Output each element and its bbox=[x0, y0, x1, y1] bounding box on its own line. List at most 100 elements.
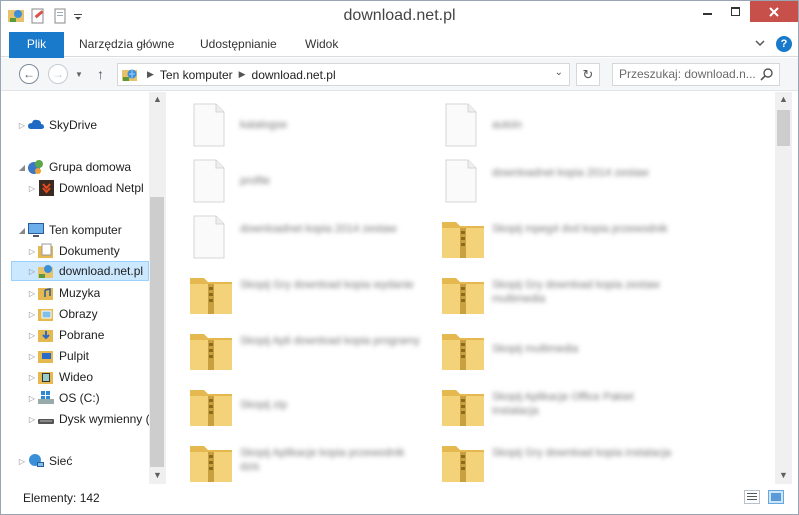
nav-item-download-netpl[interactable]: ▷ Download Netpl bbox=[27, 178, 144, 198]
recent-locations-icon[interactable]: ▼ bbox=[75, 70, 83, 79]
content-scrollbar-thumb[interactable] bbox=[777, 110, 790, 146]
zip-folder-icon bbox=[188, 382, 236, 428]
nav-item-download-net-pl[interactable]: ▷ download.net.pl bbox=[11, 261, 149, 281]
search-box[interactable] bbox=[612, 63, 780, 86]
expand-arrow-icon[interactable]: ▷ bbox=[17, 121, 27, 130]
details-view-icon[interactable] bbox=[744, 490, 760, 504]
document-icon bbox=[188, 158, 236, 204]
breadcrumb-separator-icon: ▶ bbox=[238, 69, 246, 79]
file-item[interactable]: Skopij Gry download kopia wydanie bbox=[188, 266, 438, 318]
expand-arrow-icon[interactable]: ▷ bbox=[27, 267, 37, 276]
network-folder-icon bbox=[37, 263, 55, 279]
address-bar[interactable]: ▶ Ten komputer ▶ download.net.pl ⌄ bbox=[117, 63, 570, 86]
item-count: Elementy: 142 bbox=[23, 491, 100, 505]
nav-item-homegroup[interactable]: ◢ Grupa domowa bbox=[17, 157, 131, 177]
scroll-up-arrow-icon[interactable]: ▲ bbox=[149, 94, 166, 104]
help-icon[interactable]: ? bbox=[776, 36, 792, 52]
expand-arrow-icon[interactable]: ▷ bbox=[17, 457, 27, 466]
expand-arrow-icon[interactable]: ▷ bbox=[27, 415, 37, 424]
address-dropdown-icon[interactable]: ⌄ bbox=[555, 67, 563, 78]
file-item[interactable]: Skopij mpeg4 dvd kopia przewodnik bbox=[440, 210, 690, 262]
back-button[interactable]: ← bbox=[19, 64, 39, 84]
nav-item-documents[interactable]: ▷ Dokumenty bbox=[27, 241, 120, 261]
homegroup-icon bbox=[27, 159, 45, 175]
file-name: Skopij zip bbox=[240, 399, 288, 411]
close-button[interactable] bbox=[750, 1, 798, 22]
forward-button[interactable]: → bbox=[48, 64, 68, 84]
expand-arrow-icon[interactable]: ▷ bbox=[27, 247, 37, 256]
collapse-arrow-icon[interactable]: ◢ bbox=[17, 226, 27, 235]
nav-item-videos[interactable]: ▷ Wideo bbox=[27, 367, 93, 387]
ribbon-controls: ? bbox=[754, 36, 792, 52]
file-item[interactable]: downloadnet kopia 2014 zestaw bbox=[440, 154, 690, 206]
breadcrumb-this-pc[interactable]: Ten komputer bbox=[160, 68, 233, 82]
document-icon bbox=[188, 102, 236, 148]
view-buttons bbox=[744, 490, 784, 504]
nav-item-downloads[interactable]: ▷ Pobrane bbox=[27, 325, 104, 345]
file-item[interactable]: profile bbox=[188, 154, 438, 206]
nav-item-network[interactable]: ▷ Sieć bbox=[17, 451, 72, 471]
document-icon bbox=[440, 158, 488, 204]
network-icon bbox=[27, 453, 45, 469]
nav-item-desktop[interactable]: ▷ Pulpit bbox=[27, 346, 89, 366]
file-name: Skopij mpeg4 dvd kopia przewodnik bbox=[492, 223, 668, 235]
nav-scrollbar[interactable]: ▲ ▼ bbox=[149, 92, 166, 484]
tab-view[interactable]: Widok bbox=[305, 32, 338, 57]
navigation-pane: ▷ SkyDrive ◢ Grupa domowa ▷ Download Net… bbox=[1, 92, 166, 484]
document-icon bbox=[188, 214, 236, 260]
file-name: katalogse bbox=[240, 119, 288, 131]
user-avatar-icon bbox=[37, 180, 55, 196]
content-scrollbar[interactable]: ▲ ▼ bbox=[775, 92, 792, 484]
scroll-up-arrow-icon[interactable]: ▲ bbox=[775, 94, 792, 104]
scroll-down-arrow-icon[interactable]: ▼ bbox=[149, 470, 166, 480]
expand-ribbon-icon[interactable] bbox=[754, 37, 766, 52]
file-item[interactable]: downloadnet kopia 2014 zestaw bbox=[188, 210, 438, 262]
file-name: Skopij Gry download kopia wydanie bbox=[240, 279, 414, 291]
file-name: Skopij Aplikacje kopia przewodnik dzis bbox=[240, 447, 405, 473]
expand-arrow-icon[interactable]: ▷ bbox=[27, 352, 37, 361]
file-item[interactable]: autoin bbox=[440, 98, 690, 150]
zip-folder-icon bbox=[440, 326, 488, 372]
nav-item-os-drive[interactable]: ▷ OS (C:) bbox=[27, 388, 100, 408]
large-icons-view-icon[interactable] bbox=[768, 490, 784, 504]
minimize-button[interactable] bbox=[694, 1, 722, 22]
nav-scrollbar-thumb[interactable] bbox=[150, 197, 164, 467]
music-folder-icon bbox=[37, 285, 55, 301]
nav-item-skydrive[interactable]: ▷ SkyDrive bbox=[17, 115, 97, 135]
window-title: download.net.pl bbox=[343, 7, 456, 24]
expand-arrow-icon[interactable]: ▷ bbox=[27, 289, 37, 298]
tab-share[interactable]: Udostępnianie bbox=[200, 32, 277, 57]
up-arrow-icon[interactable]: ↑ bbox=[97, 66, 104, 82]
file-list: katalogse autoin profile downloadnet kopia … bbox=[166, 92, 775, 484]
nav-item-music[interactable]: ▷ Muzyka bbox=[27, 283, 100, 303]
expand-arrow-icon[interactable]: ▷ bbox=[27, 331, 37, 340]
expand-arrow-icon[interactable]: ▷ bbox=[27, 394, 37, 403]
nav-item-pictures[interactable]: ▷ Obrazy bbox=[27, 304, 98, 324]
scroll-down-arrow-icon[interactable]: ▼ bbox=[775, 470, 792, 480]
expand-arrow-icon[interactable]: ▷ bbox=[27, 373, 37, 382]
expand-arrow-icon[interactable]: ▷ bbox=[27, 310, 37, 319]
maximize-button[interactable] bbox=[722, 1, 750, 22]
zip-folder-icon bbox=[440, 438, 488, 484]
file-item[interactable]: Skopij Gry download kopia instalacja bbox=[440, 434, 690, 486]
file-item[interactable]: Skopij Aplikacje kopia przewodnik dzis bbox=[188, 434, 438, 486]
refresh-button[interactable]: ↻ bbox=[576, 63, 600, 86]
file-item[interactable]: Skopij zip bbox=[188, 378, 438, 430]
file-item[interactable]: Skopij Aplikacje Office Pakiet Instalacj… bbox=[440, 378, 690, 430]
status-bar: Elementy: 142 bbox=[1, 484, 798, 514]
file-item[interactable]: Skopij Apli download kopia programy bbox=[188, 322, 438, 374]
file-item[interactable]: Skopij multimedia bbox=[440, 322, 690, 374]
expand-arrow-icon[interactable]: ▷ bbox=[27, 184, 37, 193]
search-icon[interactable] bbox=[760, 67, 774, 81]
file-item[interactable]: katalogse bbox=[188, 98, 438, 150]
file-name: Skopij Apli download kopia programy bbox=[240, 335, 420, 347]
search-input[interactable] bbox=[619, 67, 755, 81]
tab-home[interactable]: Narzędzia główne bbox=[79, 32, 174, 57]
collapse-arrow-icon[interactable]: ◢ bbox=[17, 163, 27, 172]
file-item[interactable]: Skopij Gry download kopia zestaw multime… bbox=[440, 266, 690, 318]
nav-item-removable-drive[interactable]: ▷ Dysk wymienny ( bbox=[27, 409, 149, 429]
zip-folder-icon bbox=[440, 382, 488, 428]
file-name: profile bbox=[240, 175, 270, 187]
nav-item-this-pc[interactable]: ◢ Ten komputer bbox=[17, 220, 122, 240]
breadcrumb-download-net[interactable]: download.net.pl bbox=[252, 68, 336, 82]
